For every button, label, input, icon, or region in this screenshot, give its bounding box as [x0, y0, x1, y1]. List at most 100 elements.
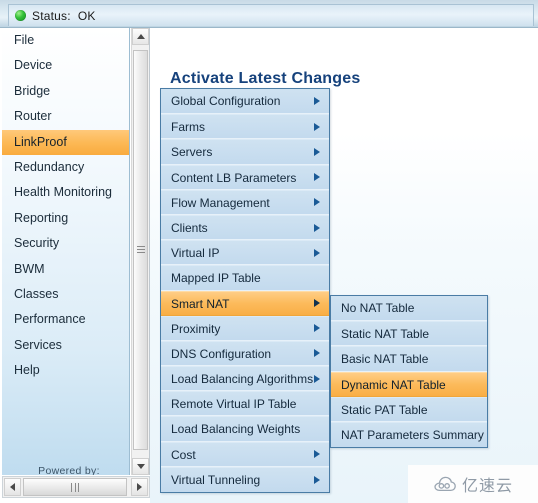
triangle-down-icon — [136, 464, 145, 469]
menu-item-label: Virtual IP — [171, 246, 220, 261]
menu-item-label: Mapped IP Table — [171, 271, 261, 286]
sidebar-item-bwm[interactable]: BWM — [2, 257, 129, 282]
sidebar-item-security[interactable]: Security — [2, 231, 129, 256]
menu-item-remote-virtual-ip-table[interactable]: Remote Virtual IP Table — [161, 391, 329, 417]
menu-item-label: Basic NAT Table — [341, 352, 429, 367]
menu-item-nat-parameters-summary[interactable]: NAT Parameters Summary — [331, 421, 487, 448]
vertical-scrollbar-thumb[interactable] — [133, 50, 148, 450]
menu-item-label: Smart NAT — [171, 296, 230, 311]
watermark-text: 亿速云 — [461, 478, 513, 495]
menu-item-label: Content LB Parameters — [171, 170, 297, 185]
goahead-webserver-logo: Powered by: goahead WEBSERVER — [14, 465, 124, 475]
menu-item-static-pat-table[interactable]: Static PAT Table — [331, 396, 487, 422]
menu-item-label: Cost — [171, 447, 196, 462]
linkproof-dropdown-menu: Global Configuration Farms Servers Content … — [160, 88, 330, 493]
menu-item-label: Dynamic NAT Table — [341, 377, 446, 392]
status-label: Status: OK — [32, 8, 96, 23]
menu-item-content-lb-parameters[interactable]: Content LB Parameters — [161, 164, 329, 190]
sidebar-item-device[interactable]: Device — [2, 53, 129, 78]
menu-item-dns-configuration[interactable]: DNS Configuration — [161, 340, 329, 367]
status-bar-inner: Status: OK — [8, 4, 534, 26]
scroll-left-button[interactable] — [4, 478, 21, 496]
menu-item-flow-management[interactable]: Flow Management — [161, 189, 329, 215]
sidebar-item-bridge[interactable]: Bridge — [2, 79, 129, 104]
sidebar-item-performance[interactable]: Performance — [2, 307, 129, 332]
scroll-right-button[interactable] — [131, 478, 148, 496]
triangle-left-icon — [10, 483, 15, 491]
menu-item-label: NAT Parameters Summary — [341, 427, 484, 442]
menu-item-label: Clients — [171, 220, 208, 235]
chevron-right-icon — [314, 97, 320, 106]
scrollbar-grip-icon — [137, 246, 145, 254]
menu-item-no-nat-table[interactable]: No NAT Table — [331, 296, 487, 322]
menu-item-label: Load Balancing Weights — [171, 422, 301, 437]
menu-item-basic-nat-table[interactable]: Basic NAT Table — [331, 346, 487, 372]
sidebar-item-linkproof[interactable]: LinkProof — [2, 129, 129, 155]
menu-item-dynamic-nat-table[interactable]: Dynamic NAT Table — [331, 371, 487, 397]
horizontal-scrollbar-thumb[interactable] — [23, 478, 127, 496]
menu-item-virtual-ip[interactable]: Virtual IP — [161, 240, 329, 266]
triangle-right-icon — [137, 483, 142, 491]
menu-item-label: Proximity — [171, 321, 221, 336]
sidebar-navigation: File Device Bridge Router LinkProof Redundanc… — [2, 28, 130, 475]
menu-item-global-configuration[interactable]: Global Configuration — [161, 89, 329, 115]
menu-item-label: Load Balancing Algorithms — [171, 372, 314, 387]
menu-item-label: Servers — [171, 145, 213, 160]
menu-item-load-balancing-weights[interactable]: Load Balancing Weights — [161, 416, 329, 442]
chevron-right-icon — [314, 122, 320, 131]
triangle-up-icon — [136, 34, 145, 39]
page-title: Activate Latest Changes — [170, 70, 361, 87]
chevron-right-icon — [314, 324, 320, 333]
sidebar-item-help[interactable]: Help — [2, 358, 129, 383]
menu-item-clients[interactable]: Clients — [161, 214, 329, 241]
menu-item-mapped-ip-table[interactable]: Mapped IP Table — [161, 265, 329, 291]
sidebar-item-router[interactable]: Router — [2, 104, 129, 129]
menu-item-virtual-tunneling[interactable]: Virtual Tunneling — [161, 466, 329, 492]
menu-item-label: Remote Virtual IP Table — [171, 397, 297, 412]
menu-item-static-nat-table[interactable]: Static NAT Table — [331, 321, 487, 347]
sidebar-item-label: Performance — [14, 312, 86, 327]
menu-item-label: No NAT Table — [341, 301, 415, 315]
menu-item-farms[interactable]: Farms — [161, 114, 329, 140]
sidebar-vertical-scrollbar[interactable] — [131, 28, 150, 475]
sidebar-item-label: Bridge — [14, 83, 51, 98]
scroll-down-button[interactable] — [132, 458, 149, 475]
sidebar-item-label: Security — [14, 236, 60, 251]
menu-item-label: Static NAT Table — [341, 327, 430, 342]
sidebar-item-label: LinkProof — [14, 134, 67, 149]
green-status-led-icon — [15, 10, 26, 21]
chevron-right-icon — [314, 475, 320, 484]
menu-item-servers[interactable]: Servers — [161, 139, 329, 165]
sidebar-item-label: Classes — [14, 286, 59, 301]
sidebar-horizontal-scrollbar[interactable] — [2, 476, 150, 498]
chevron-right-icon — [314, 299, 320, 308]
menu-item-label: Static PAT Table — [341, 402, 428, 417]
chevron-right-icon — [314, 223, 320, 232]
menu-item-label: DNS Configuration — [171, 346, 272, 361]
sidebar-item-file[interactable]: File — [2, 28, 129, 53]
menu-item-cost[interactable]: Cost — [161, 441, 329, 467]
scroll-up-button[interactable] — [132, 28, 149, 45]
menu-item-load-balancing-algorithms[interactable]: Load Balancing Algorithms — [161, 366, 329, 392]
sidebar-item-health-monitoring[interactable]: Health Monitoring — [2, 180, 129, 205]
sidebar-item-label: Help — [14, 363, 40, 378]
powered-by-label: Powered by: — [38, 465, 100, 475]
chevron-right-icon — [314, 450, 320, 459]
sidebar-item-services[interactable]: Services — [2, 333, 129, 358]
sidebar-item-reporting[interactable]: Reporting — [2, 206, 129, 231]
watermark: 亿速云 — [408, 465, 538, 503]
menu-item-proximity[interactable]: Proximity — [161, 315, 329, 341]
menu-item-smart-nat[interactable]: Smart NAT — [161, 290, 329, 316]
sidebar-item-label: Reporting — [14, 210, 69, 225]
sidebar-item-label: Device — [14, 58, 53, 73]
sidebar-item-label: BWM — [14, 261, 45, 276]
scrollbar-grip-icon — [71, 482, 79, 492]
smart-nat-submenu: No NAT Table Static NAT Table Basic NAT Ta… — [330, 295, 488, 449]
chevron-right-icon — [314, 374, 320, 383]
sidebar-item-label: Router — [14, 109, 52, 124]
sidebar-item-redundancy[interactable]: Redundancy — [2, 155, 129, 180]
sidebar-item-classes[interactable]: Classes — [2, 282, 129, 307]
menu-item-label: Farms — [171, 120, 205, 135]
menu-item-label: Global Configuration — [171, 94, 281, 108]
chevron-right-icon — [314, 349, 320, 358]
